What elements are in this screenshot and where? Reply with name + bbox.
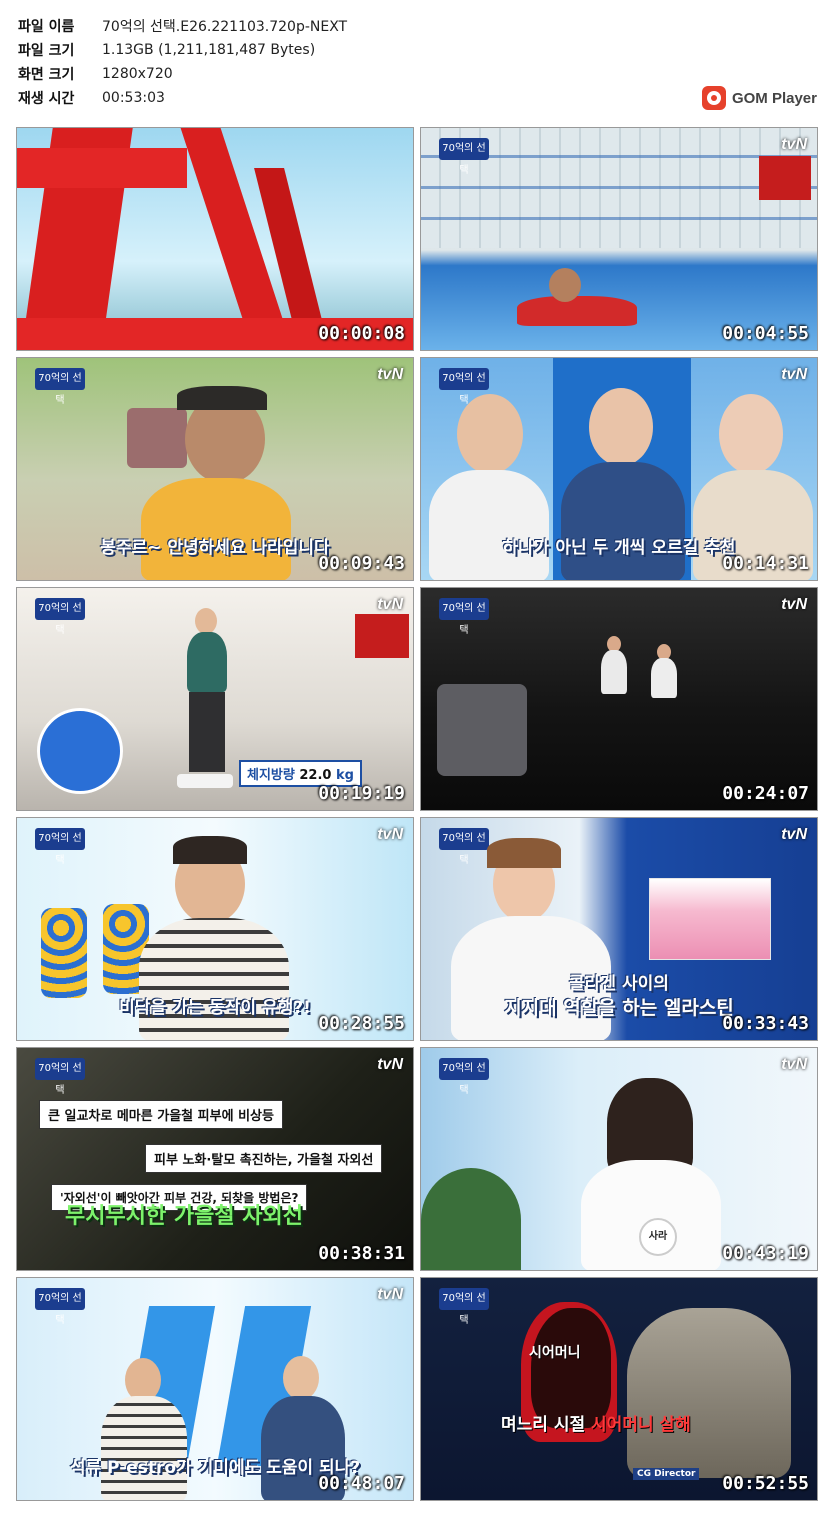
info-key: 파일 크기 bbox=[18, 43, 75, 59]
timestamp: 00:19:19 bbox=[318, 783, 405, 804]
show-badge: 70억의 선택 bbox=[35, 1288, 85, 1326]
show-badge: 70억의 선택 bbox=[439, 1288, 489, 1326]
thumbnail[interactable]: 70억의 선택 tvN 사라 00:43:19 bbox=[420, 1047, 818, 1271]
thumbnail[interactable]: 70억의 선택 tvN 체지방량 22.0 kg 00:19:19 bbox=[16, 587, 414, 811]
show-badge: 70억의 선택 bbox=[439, 138, 489, 176]
timestamp: 00:00:08 bbox=[318, 323, 405, 344]
tvn-logo: tvN bbox=[377, 596, 403, 613]
body-fat-label: 체지방량 bbox=[247, 768, 295, 783]
timestamp: 00:14:31 bbox=[722, 553, 809, 574]
caption-box-2: 피부 노화·탈모 촉진하는, 가을철 자외선 bbox=[145, 1144, 383, 1173]
show-badge: 70억의 선택 bbox=[439, 1058, 489, 1096]
thumbnail[interactable]: 70억의 선택 tvN 석류 P-estro가 기미에도 도움이 되나? 00:… bbox=[16, 1277, 414, 1501]
thumbnail[interactable]: 70억의 선택 tvN 콜라겐 사이의 지지대 역할을 하는 엘라스틴 00:3… bbox=[420, 817, 818, 1041]
timestamp: 00:28:55 bbox=[318, 1013, 405, 1034]
file-info: 파일 이름 70억의 선택.E26.221103.720p-NEXT 파일 크기… bbox=[18, 14, 347, 110]
tvn-logo: tvN bbox=[781, 1056, 807, 1073]
timestamp: 00:04:55 bbox=[722, 323, 809, 344]
body-fat-unit: kg bbox=[335, 768, 354, 783]
gom-brand-name: GOM Player bbox=[731, 89, 817, 107]
tvn-logo: tvN bbox=[377, 1286, 403, 1303]
info-row-resolution: 화면 크기 1280x720 bbox=[18, 62, 347, 86]
body-fat-value: 22.0 bbox=[299, 768, 332, 783]
thumbnail[interactable]: 70억의 선택 tvN 큰 일교차로 메마른 가을철 피부에 비상등 피부 노화… bbox=[16, 1047, 414, 1271]
name-tag: 사라 bbox=[639, 1218, 677, 1256]
thumbnail[interactable]: 70억의 선택 tvN 00:04:55 bbox=[420, 127, 818, 351]
info-value: 00:53:03 bbox=[102, 90, 165, 106]
tvn-logo: tvN bbox=[377, 826, 403, 843]
tvn-logo: tvN bbox=[781, 596, 807, 613]
show-badge: 70억의 선택 bbox=[35, 1058, 85, 1096]
info-value: 1.13GB (1,211,181,487 Bytes) bbox=[102, 42, 316, 58]
caption-box-1: 큰 일교차로 메마른 가을철 피부에 비상등 bbox=[39, 1100, 283, 1129]
timestamp: 00:43:19 bbox=[722, 1243, 809, 1264]
show-badge: 70억의 선택 bbox=[35, 598, 85, 636]
thumbnail[interactable]: 70억의 선택 tvN 비닥을 가는 동작이 유행?! 00:28:55 bbox=[16, 817, 414, 1041]
show-badge: 70억의 선택 bbox=[439, 368, 489, 406]
thumbnail[interactable]: 70억의 선택 시어머니 며느리 시절 시어머니 살해 CG Director … bbox=[420, 1277, 818, 1501]
info-row-filesize: 파일 크기 1.13GB (1,211,181,487 Bytes) bbox=[18, 38, 347, 62]
info-value: 70억의 선택.E26.221103.720p-NEXT bbox=[102, 19, 348, 35]
tvn-logo: tvN bbox=[781, 366, 807, 383]
timestamp: 00:24:07 bbox=[722, 783, 809, 804]
show-badge: 70억의 선택 bbox=[35, 828, 85, 866]
tvn-logo: tvN bbox=[781, 826, 807, 843]
info-key: 화면 크기 bbox=[18, 67, 75, 83]
gom-icon bbox=[701, 86, 726, 110]
show-badge: 70억의 선택 bbox=[35, 368, 85, 406]
timestamp: 00:09:43 bbox=[318, 553, 405, 574]
tvn-logo: tvN bbox=[377, 1056, 403, 1073]
thumbnail[interactable]: 70억의 선택 tvN 하나가 아닌 두 개씩 오르길 추천 00:14:31 bbox=[420, 357, 818, 581]
tvn-logo: tvN bbox=[781, 136, 807, 153]
info-value: 1280x720 bbox=[102, 66, 173, 82]
show-badge: 70억의 선택 bbox=[439, 598, 489, 636]
info-row-duration: 재생 시간 00:53:03 bbox=[18, 86, 347, 110]
subtitle-part-a: 며느리 시절 bbox=[501, 1415, 586, 1435]
thumbnail[interactable]: 00:00:08 bbox=[16, 127, 414, 351]
subtitle: 무시무시한 가을철 자외선 bbox=[65, 1204, 303, 1229]
timestamp: 00:52:55 bbox=[722, 1473, 809, 1494]
info-key: 파일 이름 bbox=[18, 19, 75, 35]
subtitle-part-b: 시어머니 살해 bbox=[591, 1415, 691, 1435]
timestamp: 00:48:07 bbox=[318, 1473, 405, 1494]
info-row-filename: 파일 이름 70억의 선택.E26.221103.720p-NEXT bbox=[18, 14, 347, 38]
show-badge: 70억의 선택 bbox=[439, 828, 489, 866]
subtitle-line1: 콜라겐 사이의 bbox=[569, 974, 669, 994]
credit-label: CG Director bbox=[633, 1468, 700, 1480]
gom-player-logo: GOM Player bbox=[701, 86, 817, 110]
info-key: 재생 시간 bbox=[18, 91, 75, 107]
thumbnail[interactable]: 70억의 선택 tvN 00:24:07 bbox=[420, 587, 818, 811]
overlay-label: 시어머니 bbox=[529, 1345, 581, 1361]
thumbnail[interactable]: 70억의 선택 tvN 봉주르~ 안녕하세요 나라입니다 00:09:43 bbox=[16, 357, 414, 581]
tvn-logo: tvN bbox=[377, 366, 403, 383]
timestamp: 00:38:31 bbox=[318, 1243, 405, 1264]
timestamp: 00:33:43 bbox=[722, 1013, 809, 1034]
